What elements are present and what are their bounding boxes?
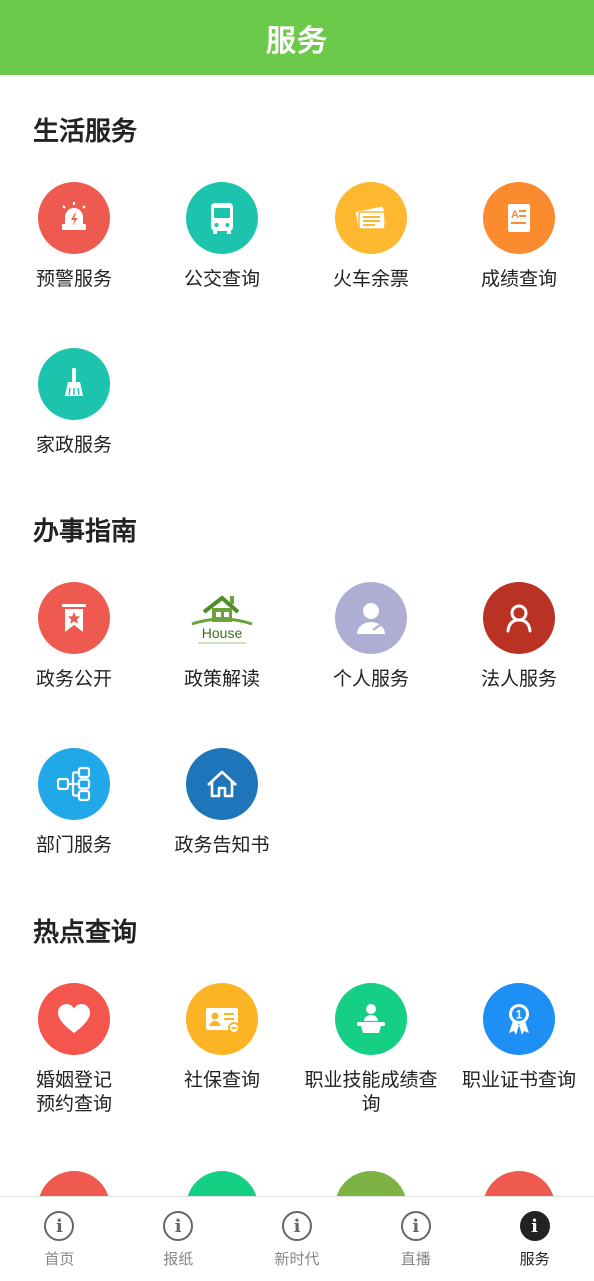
tile-partial-4[interactable] bbox=[445, 1171, 593, 1196]
tile-label: 政务公开 bbox=[35, 668, 112, 690]
tile-label: 成绩查询 bbox=[480, 268, 557, 290]
tab-home[interactable]: i 首页 bbox=[0, 1197, 119, 1281]
broom-icon bbox=[38, 348, 110, 420]
heart-icon bbox=[38, 983, 110, 1055]
tile-partial-1[interactable] bbox=[0, 1171, 148, 1196]
person-icon bbox=[335, 582, 407, 654]
section-title-hot: 热点查询 bbox=[33, 918, 138, 948]
service-icon bbox=[186, 1171, 258, 1196]
tile-skill-exam-results[interactable]: 职业技能成绩查询 bbox=[297, 983, 445, 1116]
tile-label: 婚姻登记 预约查询 bbox=[35, 1069, 112, 1115]
tile-label: 政策解读 bbox=[183, 668, 260, 690]
svg-text:1: 1 bbox=[516, 1008, 523, 1022]
tile-personal-service[interactable]: 个人服务 bbox=[297, 582, 445, 691]
tile-legal-person-service[interactable]: 法人服务 bbox=[445, 582, 593, 691]
tile-train-tickets[interactable]: 火车余票 bbox=[297, 182, 445, 291]
org-chart-icon bbox=[38, 748, 110, 820]
tile-label: 家政服务 bbox=[35, 434, 112, 456]
home-outline-icon bbox=[186, 748, 258, 820]
tab-label: 新时代 bbox=[274, 1250, 320, 1268]
bottom-tab-bar: i 首页 i 报纸 i 新时代 i 直播 i 服务 bbox=[0, 1196, 594, 1281]
tile-bus-query[interactable]: 公交查询 bbox=[148, 182, 296, 291]
legal-person-icon bbox=[483, 582, 555, 654]
bus-icon bbox=[186, 182, 258, 254]
info-icon: i bbox=[44, 1211, 75, 1241]
tile-grade-query[interactable]: A 成绩查询 bbox=[445, 182, 593, 291]
tile-label: 部门服务 bbox=[35, 834, 112, 856]
tile-government-affairs[interactable]: 政务公开 bbox=[0, 582, 148, 691]
podium-icon bbox=[335, 983, 407, 1055]
tile-partial-2[interactable] bbox=[148, 1171, 296, 1196]
id-card-icon bbox=[186, 983, 258, 1055]
tile-label: 政务告知书 bbox=[174, 834, 270, 856]
service-content[interactable]: 生活服务 预警服务 公交查询 火车余票 A 成绩查询 家政服务 办事指南 政务公… bbox=[0, 75, 594, 1196]
header-bar: 服务 bbox=[0, 0, 594, 75]
tile-government-notice[interactable]: 政务告知书 bbox=[148, 748, 296, 857]
service-icon bbox=[483, 1171, 555, 1196]
tile-label: 职业技能成绩查询 bbox=[304, 1069, 438, 1115]
tab-label: 报纸 bbox=[163, 1250, 194, 1268]
info-icon: i bbox=[519, 1211, 550, 1241]
house-logo-icon: House bbox=[186, 582, 258, 654]
calendar-icon bbox=[38, 1171, 110, 1196]
bookmark-star-icon bbox=[38, 582, 110, 654]
medal-icon: 1 bbox=[483, 983, 555, 1055]
tile-department-service[interactable]: 部门服务 bbox=[0, 748, 148, 857]
info-icon: i bbox=[281, 1211, 312, 1241]
section-title-guide: 办事指南 bbox=[33, 517, 138, 547]
tile-partial-3[interactable] bbox=[297, 1171, 445, 1196]
ticket-icon bbox=[335, 182, 407, 254]
tab-service[interactable]: i 服务 bbox=[475, 1197, 594, 1281]
tab-label: 首页 bbox=[44, 1250, 75, 1268]
service-icon bbox=[335, 1171, 407, 1196]
tab-live[interactable]: i 直播 bbox=[356, 1197, 475, 1281]
grade-icon: A bbox=[483, 182, 555, 254]
info-icon: i bbox=[400, 1211, 431, 1241]
tile-label: 预警服务 bbox=[35, 268, 112, 290]
page-title: 服务 bbox=[266, 23, 328, 59]
tile-policy-interpretation[interactable]: House 政策解读 bbox=[148, 582, 296, 691]
tab-label: 直播 bbox=[400, 1250, 431, 1268]
svg-text:A: A bbox=[511, 209, 519, 221]
alarm-icon bbox=[38, 182, 110, 254]
tab-new-era[interactable]: i 新时代 bbox=[238, 1197, 357, 1281]
tile-label: 社保查询 bbox=[183, 1069, 260, 1091]
section-title-life: 生活服务 bbox=[33, 117, 138, 147]
tile-label: 公交查询 bbox=[183, 268, 260, 290]
tile-label: 法人服务 bbox=[480, 668, 557, 690]
tile-label: 火车余票 bbox=[332, 268, 409, 290]
tile-certificate-query[interactable]: 1 职业证书查询 bbox=[445, 983, 593, 1092]
info-icon: i bbox=[163, 1211, 194, 1241]
tile-marriage-registration[interactable]: 婚姻登记 预约查询 bbox=[0, 983, 148, 1116]
tab-newspaper[interactable]: i 报纸 bbox=[119, 1197, 238, 1281]
tile-label: 职业证书查询 bbox=[461, 1069, 576, 1091]
tile-label: 个人服务 bbox=[332, 668, 409, 690]
svg-text:House: House bbox=[202, 625, 243, 641]
tile-warning-service[interactable]: 预警服务 bbox=[0, 182, 148, 291]
tab-label: 服务 bbox=[519, 1250, 550, 1268]
tile-social-security[interactable]: 社保查询 bbox=[148, 983, 296, 1092]
tile-housekeeping[interactable]: 家政服务 bbox=[0, 348, 148, 457]
